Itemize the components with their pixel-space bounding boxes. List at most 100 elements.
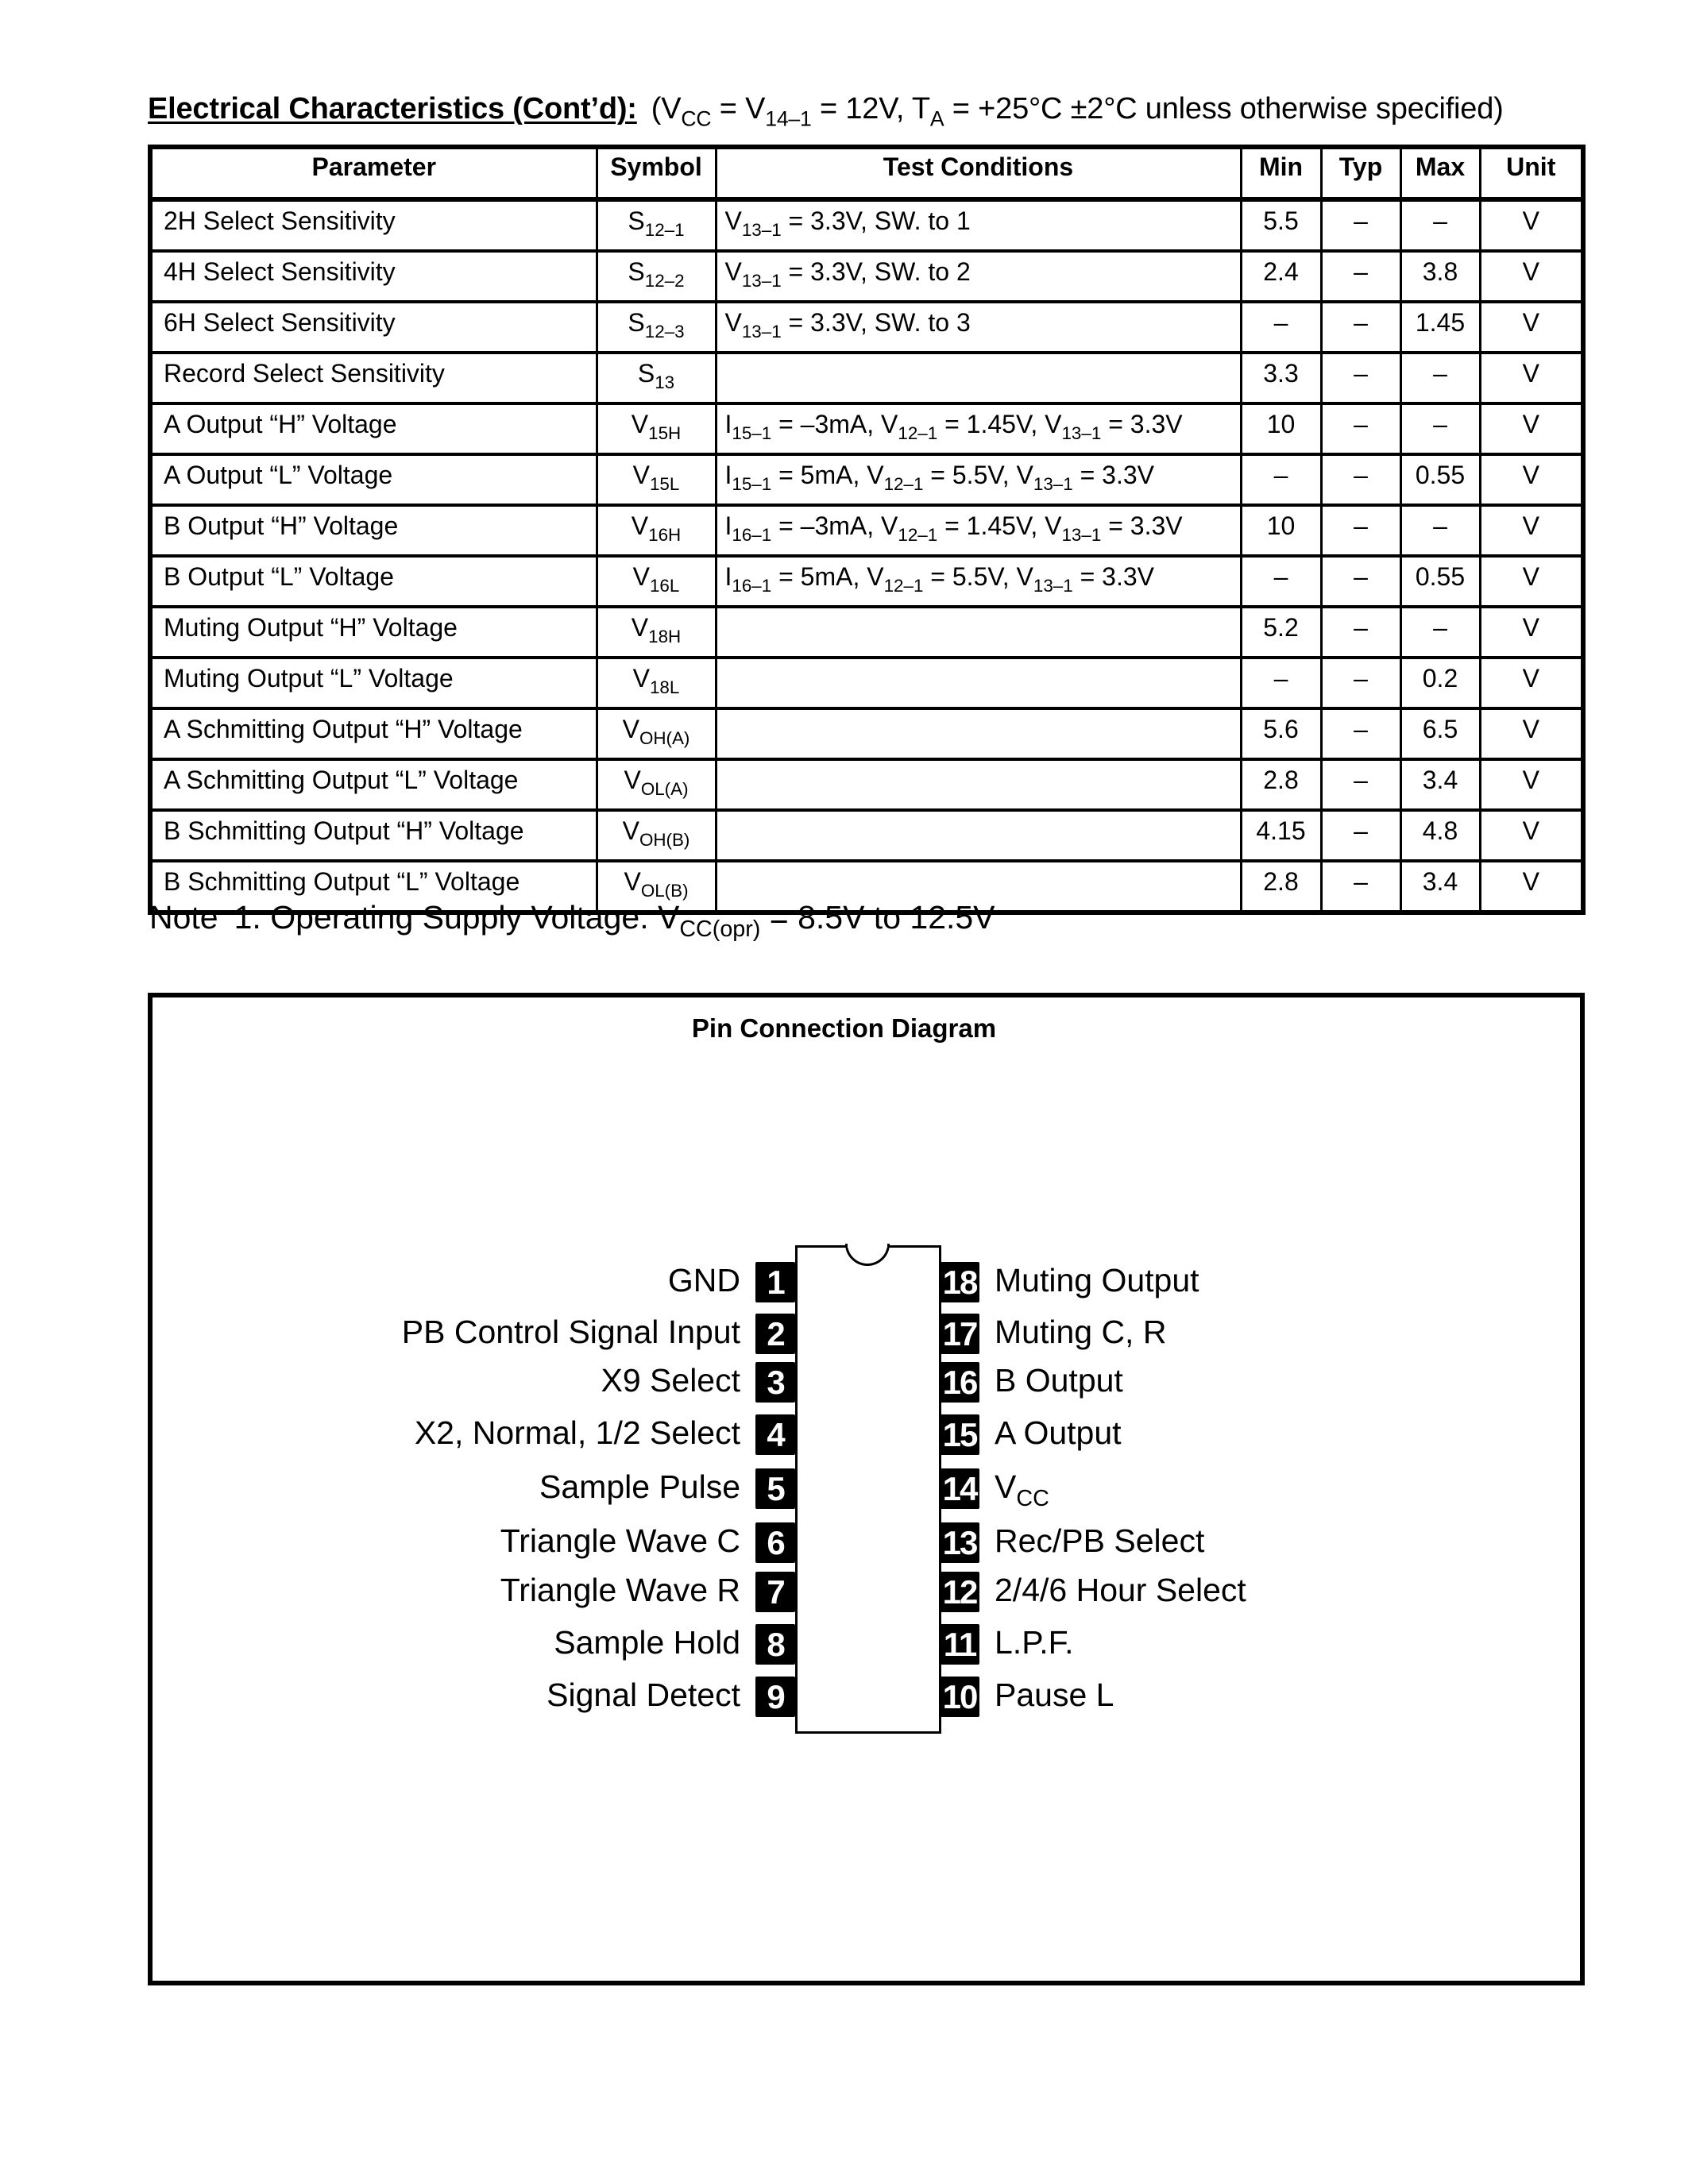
symbol-cell: V18H [595, 607, 717, 659]
pin-14-number: 14 [940, 1468, 979, 1509]
test-conditions-cell: I16–1 = –3mA, V12–1 = 1.45V, V13–1 = 3.3… [714, 505, 1242, 558]
max-cell: 0.55 [1399, 556, 1481, 608]
pin-13-label: Rec/PB Select [995, 1522, 1205, 1559]
typ-cell: – [1319, 556, 1402, 608]
pin-diagram-title: Pin Connection Diagram [691, 1013, 997, 1043]
table-row: A Schmitting Output “L” Voltage VOL(A) 2.8… [149, 759, 1585, 812]
parameter-cell: Muting Output “L” Voltage [149, 658, 598, 710]
table-row: Muting Output “H” Voltage V18H 5.2– – V [149, 607, 1585, 659]
table-row: A Output “L” Voltage V15L I15–1 = 5mA, V12… [149, 454, 1585, 507]
pin-8-number: 8 [755, 1624, 795, 1665]
pin-18-number: 18 [940, 1262, 979, 1302]
table-row: B Output “H” Voltage V16H I16–1 = –3mA, V1… [149, 505, 1585, 558]
column-header: Unit [1478, 147, 1585, 202]
column-header: Typ [1319, 147, 1402, 202]
typ-cell: – [1319, 708, 1402, 761]
min-cell: 4.15 [1239, 810, 1323, 862]
note-text: 1. Operating Supply Voltage: VCC(opr) = … [234, 899, 995, 940]
min-cell: 10 [1239, 505, 1323, 558]
table-row: A Schmitting Output “H” Voltage VOH(A) 5.6… [149, 708, 1585, 761]
test-conditions-cell: I15–1 = –3mA, V12–1 = 1.45V, V13–1 = 3.3… [714, 403, 1242, 456]
min-cell: 10 [1239, 403, 1323, 456]
column-header: Symbol [595, 147, 717, 202]
symbol-cell: VOH(A) [595, 708, 717, 761]
max-cell: – [1399, 403, 1481, 456]
pin-8-label: Sample Hold [554, 1624, 740, 1661]
typ-cell: – [1319, 302, 1402, 354]
max-cell: – [1399, 199, 1481, 253]
pin-6-label: Triangle Wave C [500, 1522, 740, 1559]
unit-cell: V [1478, 861, 1585, 914]
table-row: 6H Select Sensitivity S12–3 V13–1 = 3.3V, … [149, 302, 1585, 354]
test-conditions-cell [714, 607, 1242, 659]
typ-cell: – [1319, 810, 1402, 862]
table-row: B Output “L” Voltage V16L I16–1 = 5mA, V12… [149, 556, 1585, 608]
max-cell: 4.8 [1399, 810, 1481, 862]
parameter-cell: 2H Select Sensitivity [149, 199, 598, 253]
pin-12-number: 12 [940, 1572, 979, 1612]
pin-1-number: 1 [755, 1262, 795, 1302]
note-text-suffix: = 8.5V to 12.5V [760, 899, 995, 936]
min-cell: 3.3 [1239, 353, 1323, 405]
min-cell: – [1239, 302, 1323, 354]
test-conditions-cell: V13–1 = 3.3V, SW. to 1 [714, 199, 1242, 253]
pin-9-number: 9 [755, 1677, 795, 1717]
note-sub: CC(opr) [679, 916, 761, 943]
pin-11-label: L.P.F. [995, 1624, 1074, 1661]
pin-7-number: 7 [755, 1572, 795, 1612]
max-cell: 6.5 [1399, 708, 1481, 761]
min-cell: 2.4 [1239, 251, 1323, 303]
parameter-cell: 6H Select Sensitivity [149, 302, 598, 354]
pin-4-label: X2, Normal, 1/2 Select [414, 1414, 740, 1451]
symbol-cell: V16L [595, 556, 717, 608]
min-cell: – [1239, 454, 1323, 507]
unit-cell: V [1478, 556, 1585, 608]
column-header: Max [1399, 147, 1481, 202]
pin-6-number: 6 [755, 1522, 795, 1563]
min-cell: 5.6 [1239, 708, 1323, 761]
test-conditions-cell [714, 708, 1242, 761]
unit-cell: V [1478, 658, 1585, 710]
parameter-cell: B Output “H” Voltage [149, 505, 598, 558]
pin-15-number: 15 [940, 1414, 979, 1455]
parameter-cell: Muting Output “H” Voltage [149, 607, 598, 659]
cond-text: (V [651, 92, 682, 125]
typ-cell: – [1319, 505, 1402, 558]
parameter-cell: A Schmitting Output “L” Voltage [149, 759, 598, 812]
parameter-cell: A Output “H” Voltage [149, 403, 598, 456]
min-cell: 2.8 [1239, 759, 1323, 812]
note-label: Note [149, 899, 218, 936]
unit-cell: V [1478, 607, 1585, 659]
cond-text: = +25°C ±2°C unless otherwise specified) [944, 92, 1504, 125]
typ-cell: – [1319, 658, 1402, 710]
max-cell: 3.8 [1399, 251, 1481, 303]
cond-text: = V [711, 92, 766, 125]
unit-cell: V [1478, 759, 1585, 812]
pin-7-label: Triangle Wave R [500, 1572, 740, 1608]
table-row: 2H Select Sensitivity S12–1 V13–1 = 3.3V, … [149, 199, 1585, 253]
unit-cell: V [1478, 454, 1585, 507]
parameter-cell: A Output “L” Voltage [149, 454, 598, 507]
unit-cell: V [1478, 353, 1585, 405]
test-conditions-cell [714, 810, 1242, 862]
table-row: A Output “H” Voltage V15H I15–1 = –3mA, V1… [149, 403, 1585, 456]
section-header: Electrical Characteristics (Cont’d): (VCC… [148, 92, 1504, 129]
pin-18-label: Muting Output [995, 1262, 1199, 1298]
max-cell: – [1399, 353, 1481, 405]
min-cell: 2.8 [1239, 861, 1323, 914]
max-cell: 0.2 [1399, 658, 1481, 710]
min-cell: 5.2 [1239, 607, 1323, 659]
test-conditions-cell: I16–1 = 5mA, V12–1 = 5.5V, V13–1 = 3.3V [714, 556, 1242, 608]
symbol-cell: S12–3 [595, 302, 717, 354]
symbol-cell: VOL(A) [595, 759, 717, 812]
pin-5-label: Sample Pulse [539, 1468, 740, 1505]
notch-cover [848, 1243, 887, 1248]
symbol-cell: V15L [595, 454, 717, 507]
pin-4-number: 4 [755, 1414, 795, 1455]
typ-cell: – [1319, 199, 1402, 253]
test-conditions-cell: V13–1 = 3.3V, SW. to 2 [714, 251, 1242, 303]
unit-cell: V [1478, 403, 1585, 456]
min-cell: – [1239, 556, 1323, 608]
unit-cell: V [1478, 302, 1585, 354]
pin-10-label: Pause L [995, 1677, 1114, 1713]
